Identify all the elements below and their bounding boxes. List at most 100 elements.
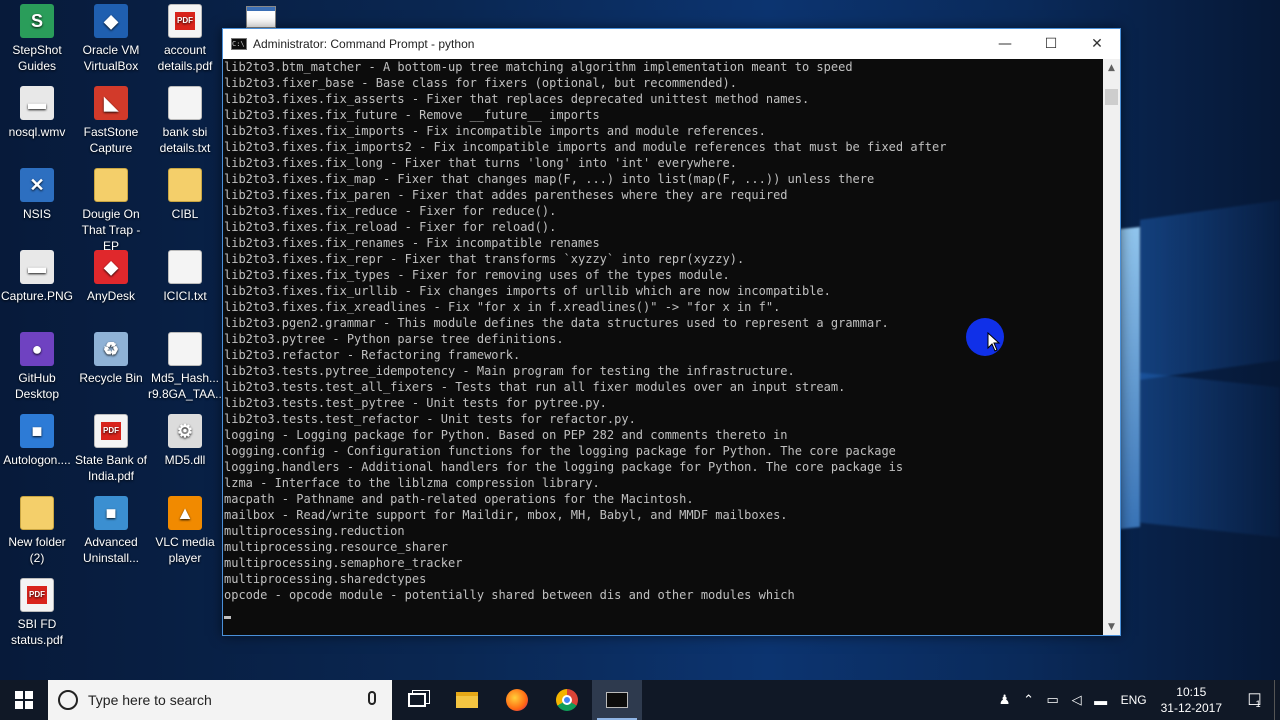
console-line: lib2to3.fixes.fix_reload - Fixer for rel… bbox=[224, 220, 557, 234]
system-tray: ♟ ⌃ ▭ ◁ ▬ ENG 10:15 31-12-2017 ☐ 1 bbox=[993, 680, 1280, 720]
desktop-icon-label: AnyDesk bbox=[86, 289, 136, 303]
scroll-thumb[interactable] bbox=[1105, 89, 1118, 105]
text-file-icon bbox=[168, 250, 202, 284]
desktop-icon-label: New folder (2) bbox=[8, 535, 66, 565]
desktop-icon[interactable]: New folder (2) bbox=[0, 496, 74, 566]
desktop-icon-label: Autologon.... bbox=[3, 453, 71, 467]
desktop-icon[interactable]: ■ Autologon.... bbox=[0, 414, 74, 468]
search-placeholder: Type here to search bbox=[88, 692, 212, 708]
app-icon: ◣ bbox=[94, 86, 128, 120]
desktop-icon[interactable]: PDF SBI FD status.pdf bbox=[0, 578, 74, 648]
desktop-icon-label: NSIS bbox=[22, 207, 51, 221]
app-icon: ▲ bbox=[168, 496, 202, 530]
console-line: lib2to3.fixes.fix_map - Fixer that chang… bbox=[224, 172, 875, 186]
console-line: macpath - Pathname and path-related oper… bbox=[224, 492, 694, 506]
wallpaper-beam bbox=[1120, 226, 1140, 530]
task-view-button[interactable] bbox=[392, 680, 442, 720]
show-desktop-button[interactable] bbox=[1274, 680, 1280, 720]
network-icon[interactable]: ▭ bbox=[1042, 680, 1064, 720]
desktop-icon-label: StepShot Guides bbox=[12, 43, 62, 73]
desktop-icon[interactable]: Dougie On That Trap - EP bbox=[74, 168, 148, 254]
desktop-icon[interactable]: ◆ AnyDesk bbox=[74, 250, 148, 304]
clock[interactable]: 10:15 31-12-2017 bbox=[1161, 684, 1222, 716]
app-icon: ▬ bbox=[20, 250, 54, 284]
scroll-up-icon[interactable]: ▲ bbox=[1103, 59, 1120, 76]
desktop-icon[interactable]: S StepShot Guides bbox=[0, 4, 74, 74]
desktop-icon-label: account details.pdf bbox=[157, 43, 213, 73]
app-icon: ● bbox=[20, 332, 54, 366]
show-hidden-icons-chevron-icon[interactable]: ⌃ bbox=[1018, 680, 1040, 720]
desktop-icon-label: nosql.wmv bbox=[8, 125, 66, 139]
console-line: lib2to3.fixes.fix_xreadlines - Fix "for … bbox=[224, 300, 781, 314]
firefox-button[interactable] bbox=[492, 680, 542, 720]
vertical-scrollbar[interactable]: ▲ ▼ bbox=[1103, 59, 1120, 635]
start-button[interactable] bbox=[0, 680, 48, 720]
input-language[interactable]: ENG bbox=[1121, 693, 1147, 707]
folder-icon bbox=[94, 168, 128, 202]
desktop-icon[interactable]: ✕ NSIS bbox=[0, 168, 74, 222]
app-icon: ◆ bbox=[94, 4, 128, 38]
cmd-taskbar-button[interactable] bbox=[592, 680, 642, 720]
taskbar-search[interactable]: Type here to search bbox=[48, 680, 392, 720]
microphone-icon[interactable] bbox=[368, 691, 376, 705]
desktop-icon[interactable]: PDF State Bank of India.pdf bbox=[74, 414, 148, 484]
title-bar[interactable]: C:\ Administrator: Command Prompt - pyth… bbox=[223, 29, 1120, 59]
clock-date: 31-12-2017 bbox=[1160, 701, 1222, 715]
desktop-icon[interactable]: ■ Advanced Uninstall... bbox=[74, 496, 148, 566]
scroll-down-icon[interactable]: ▼ bbox=[1103, 618, 1120, 635]
desktop-icon[interactable]: ▲ VLC media player bbox=[148, 496, 222, 566]
desktop-icon[interactable]: ⚙ MD5.dll bbox=[148, 414, 222, 468]
window-title: Administrator: Command Prompt - python bbox=[253, 37, 475, 51]
desktop-icon-label: CIBL bbox=[171, 207, 199, 221]
chrome-button[interactable] bbox=[542, 680, 592, 720]
desktop-icon[interactable]: ◣ FastStone Capture bbox=[74, 86, 148, 156]
windows-logo-icon bbox=[15, 691, 33, 709]
console-line: lib2to3.fixes.fix_urllib - Fix changes i… bbox=[224, 284, 831, 298]
desktop-icon[interactable]: PDF account details.pdf bbox=[148, 4, 222, 74]
taskbar: Type here to search ♟ ⌃ ▭ ◁ ▬ ENG 10:15 … bbox=[0, 680, 1280, 720]
window-controls: — ☐ ✕ bbox=[982, 29, 1120, 59]
cortana-icon bbox=[58, 690, 78, 710]
console-line: lib2to3.fixer_base - Base class for fixe… bbox=[224, 76, 737, 90]
desktop-icon[interactable]: ▬ Capture.PNG bbox=[0, 250, 74, 304]
desktop-icon[interactable]: ● GitHub Desktop bbox=[0, 332, 74, 402]
text-file-icon bbox=[168, 332, 202, 366]
close-button[interactable]: ✕ bbox=[1074, 29, 1120, 59]
console-cursor bbox=[224, 603, 1103, 619]
console-line: multiprocessing.semaphore_tracker bbox=[224, 556, 463, 570]
desktop-icon[interactable]: Md5_Hash... r9.8GA_TAA... bbox=[148, 332, 225, 402]
desktop-icon-label: SBI FD status.pdf bbox=[10, 617, 64, 647]
text-file-icon bbox=[168, 86, 202, 120]
file-explorer-button[interactable] bbox=[442, 680, 492, 720]
desktop-icon-label: GitHub Desktop bbox=[14, 371, 60, 401]
console-line: lib2to3.fixes.fix_reduce - Fixer for red… bbox=[224, 204, 557, 218]
volume-icon[interactable]: ◁ bbox=[1066, 680, 1088, 720]
desktop-icon[interactable]: ICICI.txt bbox=[148, 250, 222, 304]
desktop-icon[interactable]: ◆ Oracle VM VirtualBox bbox=[74, 4, 148, 74]
console-line: lib2to3.fixes.fix_imports - Fix incompat… bbox=[224, 124, 766, 138]
console-line: lib2to3.tests.pytree_idempotency - Main … bbox=[224, 364, 795, 378]
maximize-button[interactable]: ☐ bbox=[1028, 29, 1074, 59]
pdf-file-icon: PDF bbox=[168, 4, 202, 38]
desktop-icon[interactable]: ▬ nosql.wmv bbox=[0, 86, 74, 140]
action-center-button[interactable]: ☐ 1 bbox=[1234, 680, 1274, 720]
folder-icon bbox=[20, 496, 54, 530]
app-icon: S bbox=[20, 4, 54, 38]
desktop-icon-label: Advanced Uninstall... bbox=[82, 535, 140, 565]
desktop-icon-label: Oracle VM VirtualBox bbox=[82, 43, 140, 73]
app-icon: ■ bbox=[94, 496, 128, 530]
folder-icon bbox=[168, 168, 202, 202]
console-line: multiprocessing.sharedctypes bbox=[224, 572, 427, 586]
display-icon[interactable]: ▬ bbox=[1090, 680, 1112, 720]
minimize-button[interactable]: — bbox=[982, 29, 1028, 59]
console-line: lib2to3.fixes.fix_renames - Fix incompat… bbox=[224, 236, 600, 250]
app-icon: ▬ bbox=[20, 86, 54, 120]
desktop-icon[interactable]: ♻ Recycle Bin bbox=[74, 332, 148, 386]
desktop-icon[interactable]: bank sbi details.txt bbox=[148, 86, 222, 156]
desktop-icon-label: bank sbi details.txt bbox=[159, 125, 211, 155]
desktop-icon[interactable]: CIBL bbox=[148, 168, 222, 222]
people-icon[interactable]: ♟ bbox=[994, 680, 1016, 720]
console-line: logging.config - Configuration functions… bbox=[224, 444, 896, 458]
console-line: lib2to3.tests.test_pytree - Unit tests f… bbox=[224, 396, 607, 410]
console-line: lib2to3.fixes.fix_asserts - Fixer that r… bbox=[224, 92, 810, 106]
